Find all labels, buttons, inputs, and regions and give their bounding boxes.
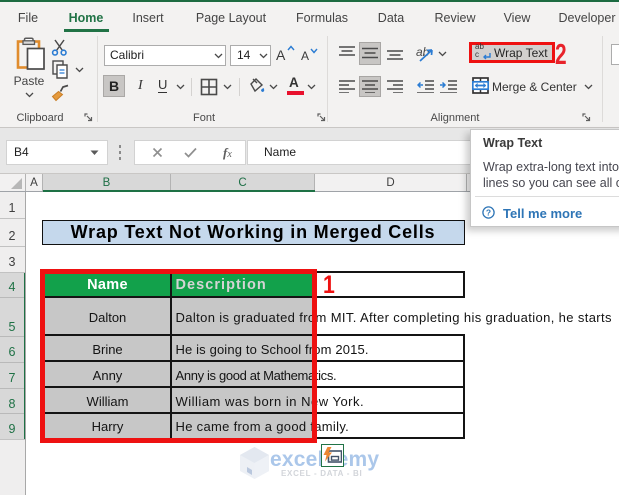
svg-text:?: ? [486,207,491,217]
